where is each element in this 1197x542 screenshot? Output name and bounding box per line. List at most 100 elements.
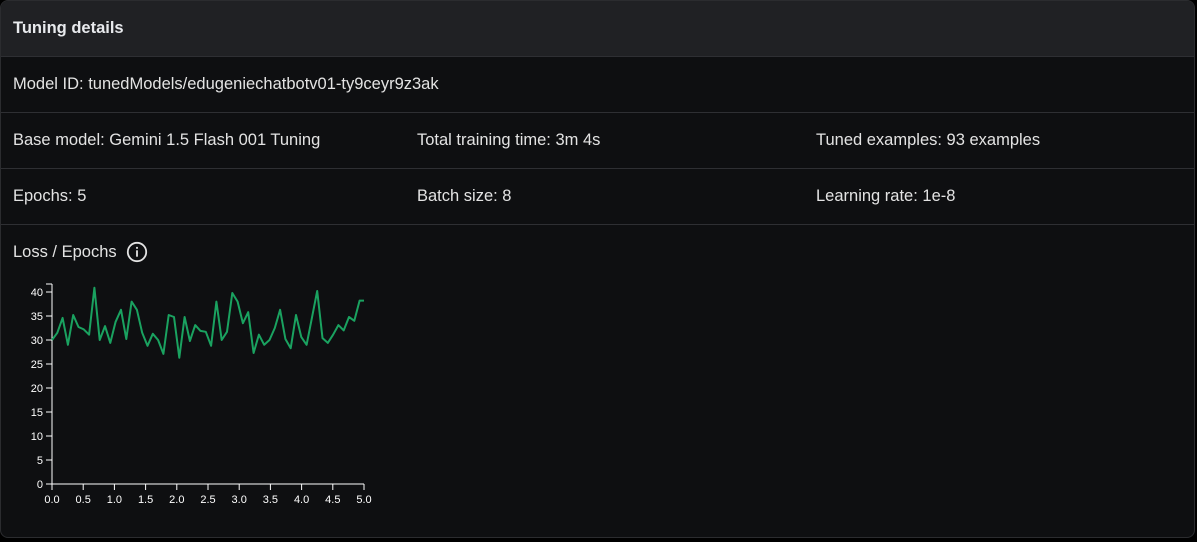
loss-point <box>359 300 360 301</box>
model-id-row: Model ID: tunedModels/edugeniechatbotv01… <box>1 57 1194 113</box>
x-tick-label: 2.5 <box>200 494 215 506</box>
loss-point <box>78 327 79 328</box>
loss-point <box>253 353 254 354</box>
chart-header: Loss / Epochs <box>13 241 148 263</box>
y-tick-label: 25 <box>31 359 43 371</box>
loss-point <box>296 315 297 316</box>
loss-series-line <box>51 286 364 359</box>
loss-point <box>232 293 233 294</box>
loss-point <box>349 317 350 318</box>
loss-point <box>105 326 106 327</box>
loss-point <box>94 287 95 288</box>
loss-point <box>301 337 302 338</box>
y-tick-label: 15 <box>31 407 43 419</box>
loss-point <box>73 315 74 316</box>
loss-point <box>200 330 201 331</box>
loss-point <box>89 334 90 335</box>
hyperparameters-row: Epochs: 5 Batch size: 8 Learning rate: 1… <box>1 169 1194 225</box>
loss-point <box>364 300 365 301</box>
loss-point <box>264 344 265 345</box>
learning-rate-text: Learning rate: 1e-8 <box>816 187 956 205</box>
panel-header: Tuning details <box>1 1 1194 57</box>
tuned-examples-text: Tuned examples: 93 examples <box>816 131 1041 149</box>
x-tick-label: 3.0 <box>232 494 247 506</box>
loss-point <box>311 317 312 318</box>
loss-point <box>280 309 281 310</box>
y-axis: 0 5 10 15 20 25 30 35 40 <box>31 283 53 491</box>
loss-point <box>354 320 355 321</box>
series-group <box>51 286 365 359</box>
y-tick-label: 0 <box>37 479 43 491</box>
loss-point <box>121 309 122 310</box>
loss-point <box>290 348 291 349</box>
y-tick-label: 20 <box>31 383 43 395</box>
loss-point <box>189 341 190 342</box>
loss-point <box>317 291 318 292</box>
loss-point <box>269 340 270 341</box>
loss-point <box>163 353 164 354</box>
loss-point <box>52 340 53 341</box>
batch-size-text: Batch size: 8 <box>417 187 512 205</box>
loss-point <box>131 301 132 302</box>
y-tick-label: 5 <box>37 455 43 467</box>
epochs-text: Epochs: 5 <box>13 187 87 205</box>
loss-point <box>242 323 243 324</box>
loss-point <box>248 312 249 313</box>
model-id-text: Model ID: tunedModels/edugeniechatbotv01… <box>13 75 439 93</box>
loss-point <box>57 332 58 333</box>
loss-point <box>99 340 100 341</box>
loss-point <box>152 333 153 334</box>
x-tick-label: 0.5 <box>76 494 91 506</box>
x-tick-label: 4.0 <box>294 494 309 506</box>
loss-point <box>327 342 328 343</box>
loss-point <box>285 339 286 340</box>
loss-point <box>333 334 334 335</box>
loss-point <box>126 339 127 340</box>
y-tick-label: 35 <box>31 311 43 323</box>
x-tick-label: 1.0 <box>107 494 122 506</box>
loss-point <box>195 325 196 326</box>
loss-point <box>142 332 143 333</box>
loss-point <box>174 317 175 318</box>
loss-point <box>237 301 238 302</box>
x-tick-label: 3.5 <box>263 494 278 506</box>
loss-point <box>205 331 206 332</box>
loss-point <box>168 315 169 316</box>
loss-chart-section: Loss / Epochs 0 5 10 15 20 25 30 35 40 0.0 0.5 1.0… <box>1 225 1194 535</box>
loss-point <box>158 340 159 341</box>
loss-point <box>67 344 68 345</box>
tuning-details-panel: Tuning details Model ID: tunedModels/edu… <box>0 0 1195 538</box>
loss-point <box>62 317 63 318</box>
loss-point <box>338 325 339 326</box>
training-time-text: Total training time: 3m 4s <box>417 131 601 149</box>
loss-point <box>274 328 275 329</box>
chart-title: Loss / Epochs <box>13 242 117 261</box>
loss-epochs-chart: 0 5 10 15 20 25 30 35 40 0.0 0.5 1.0 1.5 2.0 2.5 3.0 3.… <box>31 283 372 506</box>
base-model-text: Base model: Gemini 1.5 Flash 001 Tuning <box>13 131 321 149</box>
loss-point <box>184 317 185 318</box>
loss-point <box>147 345 148 346</box>
loss-point <box>343 330 344 331</box>
loss-point <box>211 345 212 346</box>
y-tick-label: 40 <box>31 287 43 299</box>
loss-point <box>221 340 222 341</box>
model-info-row: Base model: Gemini 1.5 Flash 001 Tuning … <box>1 113 1194 169</box>
info-icon[interactable] <box>126 241 148 263</box>
panel-title: Tuning details <box>13 19 124 37</box>
x-tick-label: 2.0 <box>169 494 184 506</box>
loss-point <box>322 338 323 339</box>
loss-point <box>306 344 307 345</box>
x-axis: 0.0 0.5 1.0 1.5 2.0 2.5 3.0 3.5 4.0 4.5 5.0 <box>44 483 372 506</box>
y-tick-label: 10 <box>31 431 43 443</box>
x-tick-label: 1.5 <box>138 494 153 506</box>
loss-point <box>136 309 137 310</box>
x-tick-label: 4.5 <box>325 494 340 506</box>
loss-point <box>110 342 111 343</box>
loss-point <box>115 321 116 322</box>
loss-point <box>227 331 228 332</box>
loss-point <box>83 329 84 330</box>
loss-point <box>216 301 217 302</box>
y-tick-label: 30 <box>31 335 43 347</box>
x-tick-label: 0.0 <box>44 494 59 506</box>
loss-point <box>258 334 259 335</box>
